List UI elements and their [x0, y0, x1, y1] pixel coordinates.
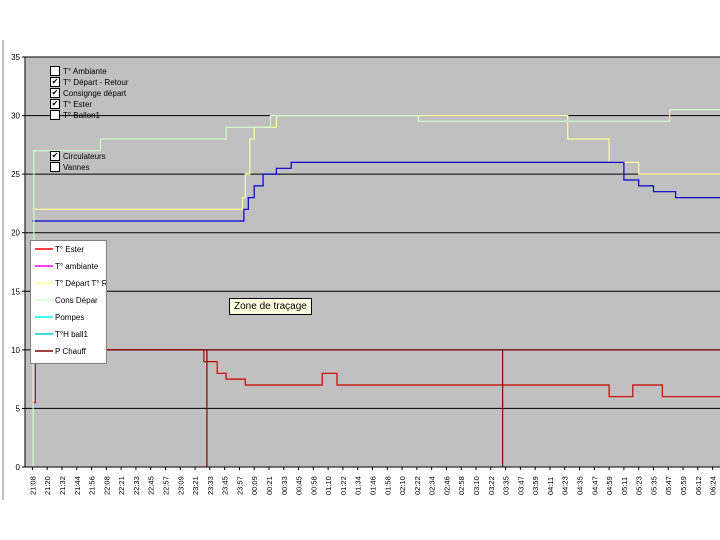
x-tick-label: 00:33 [280, 476, 289, 495]
checkbox-label: Vannes [63, 163, 90, 173]
x-tick-label: 04:35 [576, 476, 585, 495]
y-tick-label: 10 [11, 346, 20, 355]
x-tick-label: 00:09 [250, 476, 259, 495]
y-tick-label: 25 [11, 170, 20, 179]
x-tick-label: 01:58 [383, 476, 392, 495]
x-tick-label: 04:11 [546, 477, 555, 495]
x-tick-label: 00:58 [309, 476, 318, 495]
checkbox-ballon1[interactable]: T° Ballon1 [50, 110, 100, 121]
x-tick-label: 04:47 [590, 476, 599, 495]
y-tick-label: 5 [16, 404, 21, 413]
x-tick-label: 02:46 [442, 476, 451, 495]
checkbox-consigne[interactable]: ✔ Consignge départ [50, 88, 127, 99]
x-tick-label: 23:09 [176, 476, 185, 495]
x-tick-label: 05:47 [664, 476, 673, 495]
checkbox-icon[interactable] [50, 162, 60, 172]
legend-label: T° ambiante [55, 262, 99, 271]
checkbox-ester[interactable]: ✔ T° Ester [50, 99, 92, 110]
x-tick-label: 22:57 [161, 476, 170, 495]
x-tick-label: 01:22 [339, 476, 348, 495]
plot-area[interactable] [25, 57, 720, 467]
y-tick-label: 15 [11, 287, 20, 296]
legend-label: Pompes [55, 313, 84, 322]
legend-label: T° Ester [55, 245, 84, 254]
checkbox-icon[interactable] [50, 110, 60, 120]
x-tick-label: 03:59 [531, 476, 540, 495]
legend-label: T°H ball1 [55, 330, 89, 339]
checkbox-vannes[interactable]: Vannes [50, 162, 90, 173]
x-tick-label: 06:24 [709, 476, 718, 495]
checkbox-depart-retour[interactable]: ✔ T° Départ - Retour [50, 77, 129, 88]
checkbox-label: T° Ambiante [63, 67, 107, 77]
x-tick-label: 05:23 [635, 476, 644, 495]
x-tick-label: 01:34 [354, 476, 363, 495]
x-tick-label: 02:10 [398, 476, 407, 495]
checkbox-label: T° Départ - Retour [63, 78, 129, 88]
legend-svg: T° Ester T° ambiante T° Départ T° Retour Co… [35, 245, 126, 356]
x-tick-label: 01:46 [369, 476, 378, 495]
x-tick-label: 22:45 [147, 476, 156, 495]
x-tick-label: 03:10 [472, 476, 481, 495]
x-tick-label: 21:56 [88, 476, 97, 495]
checkbox-icon[interactable]: ✔ [50, 77, 60, 87]
x-tick-label: 21:44 [73, 476, 82, 495]
legend: T° Ester T° ambiante T° Départ T° Retour Co… [30, 240, 126, 364]
x-tick-label: 01:10 [324, 476, 333, 495]
x-tick-label: 02:22 [413, 476, 422, 495]
x-tick-label: 03:22 [487, 476, 496, 495]
y-tick-label: 0 [16, 463, 21, 472]
x-tick-label: 00:21 [265, 476, 274, 495]
x-tick-label: 22:33 [132, 476, 141, 495]
checkbox-ambiante[interactable]: T° Ambiante [50, 66, 107, 77]
x-tick-label: 02:34 [428, 476, 437, 495]
checkbox-circulateurs[interactable]: ✔ Circulateurs [50, 151, 106, 162]
x-tick-label: 03:47 [516, 476, 525, 495]
x-tick-label: 22:08 [102, 476, 111, 495]
y-tick-label: 30 [11, 112, 20, 121]
x-tick-label: 23:57 [235, 476, 244, 495]
x-tick-label: 02:58 [457, 476, 466, 495]
x-tick-label: 21:32 [58, 476, 67, 495]
x-tick-label: 00:45 [295, 476, 304, 495]
legend-label: P Chauff [55, 347, 87, 356]
y-axis: 0 5 10 15 20 25 30 35 [11, 53, 25, 472]
x-tick-label: 04:59 [605, 476, 614, 495]
checkbox-label: Circulateurs [63, 152, 106, 162]
y-tick-label: 35 [11, 53, 20, 62]
legend-label: T° Départ T° Retour [55, 279, 106, 288]
x-tick-label: 05:59 [679, 476, 688, 495]
x-tick-label: 04:23 [561, 476, 570, 495]
x-tick-label: 23:45 [221, 476, 230, 495]
checkbox-icon[interactable] [50, 66, 60, 76]
checkbox-label: T° Ballon1 [63, 111, 100, 121]
x-tick-label: 06:12 [694, 476, 703, 495]
checkbox-label: Consignge départ [63, 89, 127, 99]
x-tick-label: 23:33 [206, 476, 215, 495]
legend-label: Cons Dépar [55, 296, 98, 305]
tooltip: Zone de traçage [229, 298, 312, 315]
x-axis: 21:08 21:20 21:32 21:44 21:56 22:08 22:21 22:33… [28, 467, 718, 495]
x-tick-label: 23:21 [191, 476, 200, 495]
x-tick-label: 03:35 [502, 476, 511, 495]
x-tick-label: 21:08 [28, 476, 37, 495]
checkbox-label: T° Ester [63, 100, 92, 110]
checkbox-icon[interactable]: ✔ [50, 99, 60, 109]
y-tick-label: 20 [11, 229, 20, 238]
x-tick-label: 21:20 [43, 476, 52, 495]
x-tick-label: 05:11 [620, 477, 629, 495]
x-tick-label: 05:35 [649, 476, 658, 495]
x-tick-label: 22:21 [117, 476, 126, 495]
checkbox-icon[interactable]: ✔ [50, 88, 60, 98]
checkbox-icon[interactable]: ✔ [50, 151, 60, 161]
